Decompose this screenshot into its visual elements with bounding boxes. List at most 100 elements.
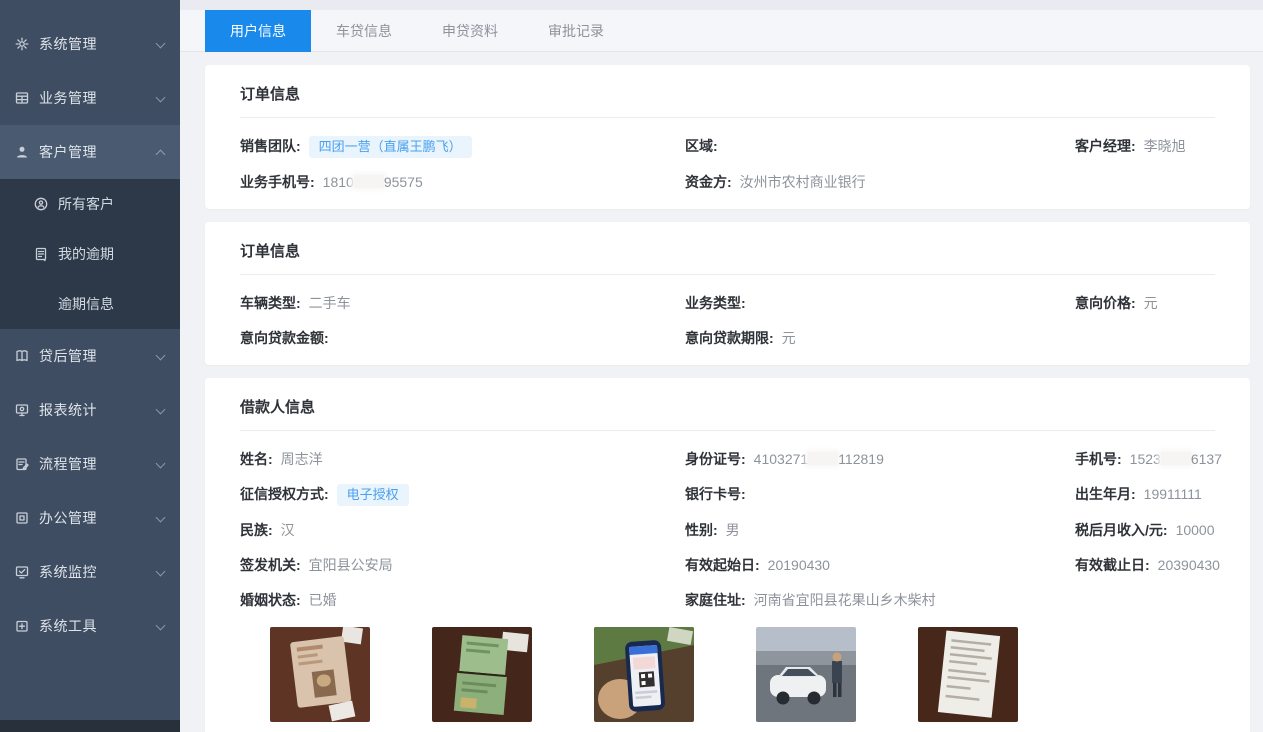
sidebar-item-label: 所有客户 — [58, 194, 114, 214]
field-birth-date: 出生年月: 19911111 — [1075, 483, 1222, 506]
field-value: 19911111 — [1144, 486, 1202, 502]
field-label: 意向价格: — [1075, 295, 1136, 311]
field-value: 20390430 — [1158, 557, 1220, 573]
empty-cell — [1075, 327, 1215, 349]
field-intent-loan-amount: 意向贷款金额: — [240, 327, 685, 349]
submenu-customer: 所有客户我的逾期逾期信息 — [0, 179, 180, 329]
field-gender: 性别: 男 — [685, 519, 1075, 541]
field-label: 业务手机号: — [240, 174, 315, 190]
chevron-up-icon — [156, 147, 166, 157]
grid-icon — [14, 90, 30, 106]
field-name: 姓名:周志洋 — [240, 448, 685, 470]
credit-auth-method-badge[interactable]: 电子授权 — [337, 484, 409, 506]
phone-qr-photo[interactable]: 征信授权书 — [594, 627, 694, 732]
green-booklet-photo[interactable]: 驾驶证照片 — [432, 627, 532, 732]
field-value: 20190430 — [768, 557, 830, 573]
tab-loan-application-docs[interactable]: 申贷资料 — [417, 10, 523, 52]
fields-grid: 销售团队:四团一营（直属王鹏飞）区域:客户经理:李晓旭业务手机号:1810955… — [240, 118, 1215, 193]
field-value: 元 — [1144, 295, 1158, 311]
field-label: 意向贷款期限: — [685, 330, 774, 346]
customers-icon — [33, 196, 49, 212]
sidebar-item-system[interactable]: 系统管理 — [0, 17, 180, 71]
field-label: 税后月收入/元: — [1075, 522, 1168, 538]
sidebar-item-customer[interactable]: 客户管理 — [0, 125, 180, 179]
field-business-type: 业务类型: — [685, 292, 1075, 314]
field-label: 意向贷款金额: — [240, 330, 329, 346]
document-photo[interactable]: 其他材料 — [918, 627, 1018, 732]
field-sales-team: 销售团队:四团一营（直属王鹏飞） — [240, 135, 685, 158]
field-marital-status: 婚姻状态:已婚 — [240, 589, 685, 611]
sidebar-collapse-bar[interactable] — [0, 720, 180, 732]
field-value: 宜阳县公安局 — [309, 557, 393, 573]
sidebar-item-label: 系统监控 — [39, 562, 156, 582]
field-label: 银行卡号: — [685, 486, 746, 502]
book-icon — [14, 348, 30, 364]
field-bank-card: 银行卡号: — [685, 483, 1075, 506]
empty-cell — [1075, 171, 1215, 193]
id-card-photo[interactable]: 身份证 — [270, 627, 370, 732]
field-label: 客户经理: — [1075, 138, 1136, 154]
field-account-manager: 客户经理: 李晓旭 — [1075, 135, 1215, 158]
tab-approval-records[interactable]: 审批记录 — [523, 10, 629, 52]
field-label: 性别: — [685, 522, 718, 538]
tab-car-loan-info[interactable]: 车贷信息 — [311, 10, 417, 52]
sidebar-item-overdue-info[interactable]: 逾期信息 — [0, 279, 180, 329]
office-icon — [14, 510, 30, 526]
field-value: 10000 — [1176, 522, 1215, 538]
sidebar-item-tools[interactable]: 系统工具 — [0, 599, 180, 653]
field-value: 李晓旭 — [1144, 138, 1186, 154]
field-value: 4103271112819 — [754, 451, 884, 467]
field-label: 签发机关: — [240, 557, 301, 573]
sales-team-badge[interactable]: 四团一营（直属王鹏飞） — [309, 136, 472, 158]
sidebar-item-post-loan[interactable]: 贷后管理 — [0, 329, 180, 383]
field-value: 男 — [726, 522, 740, 538]
sidebar-item-label: 流程管理 — [39, 454, 156, 474]
field-value: 二手车 — [309, 295, 351, 311]
field-value: 181095575 — [323, 174, 423, 190]
field-value: 15236137 — [1130, 451, 1222, 467]
card-order-info-1: 订单信息销售团队:四团一营（直属王鹏飞）区域:客户经理:李晓旭业务手机号:181… — [205, 65, 1250, 209]
chevron-down-icon — [156, 39, 166, 49]
car-photo[interactable]: 人车合影 — [756, 627, 856, 732]
field-label: 民族: — [240, 522, 273, 538]
sidebar-item-all-customers[interactable]: 所有客户 — [0, 179, 180, 229]
sidebar-menu: 系统管理业务管理客户管理所有客户我的逾期逾期信息贷后管理报表统计流程管理办公管理… — [0, 0, 180, 653]
field-income: 税后月收入/元: 10000 — [1075, 519, 1222, 541]
sidebar-item-reports[interactable]: 报表统计 — [0, 383, 180, 437]
field-valid-to: 有效截止日:20390430 — [1075, 554, 1222, 576]
field-id-number: 身份证号:4103271112819 — [685, 448, 1075, 470]
card-title: 借款人信息 — [240, 396, 1215, 431]
sidebar-item-label: 报表统计 — [39, 400, 156, 420]
sidebar-item-label: 客户管理 — [39, 142, 156, 162]
chevron-down-icon — [156, 351, 166, 361]
empty-cell — [1075, 589, 1222, 611]
sidebar: 系统管理业务管理客户管理所有客户我的逾期逾期信息贷后管理报表统计流程管理办公管理… — [0, 0, 180, 732]
sidebar-item-office[interactable]: 办公管理 — [0, 491, 180, 545]
monitor-icon — [14, 564, 30, 580]
fields-grid: 姓名:周志洋身份证号:4103271112819手机号:15236137征信授权… — [240, 431, 1215, 611]
sidebar-item-my-overdue[interactable]: 我的逾期 — [0, 229, 180, 279]
field-intent-loan-term: 意向贷款期限:元 — [685, 327, 1075, 349]
field-credit-auth-method: 征信授权方式: 电子授权 — [240, 483, 685, 506]
field-valid-from: 有效起始日: 20190430 — [685, 554, 1075, 576]
field-label: 征信授权方式: — [240, 486, 329, 502]
sidebar-item-process[interactable]: 流程管理 — [0, 437, 180, 491]
chevron-down-icon — [156, 621, 166, 631]
chevron-down-icon — [156, 405, 166, 415]
sidebar-item-label: 业务管理 — [39, 88, 156, 108]
document-photos-row: 身份证驾驶证照片征信授权书人车合影其他材料 — [240, 611, 1215, 732]
sidebar-item-label: 逾期信息 — [58, 294, 114, 314]
sidebar-item-monitoring[interactable]: 系统监控 — [0, 545, 180, 599]
field-label: 业务类型: — [685, 295, 746, 311]
sidebar-item-label: 我的逾期 — [58, 244, 114, 264]
overdue-icon — [33, 246, 49, 262]
sidebar-item-business[interactable]: 业务管理 — [0, 71, 180, 125]
tab-user-info[interactable]: 用户信息 — [205, 10, 311, 52]
field-label: 资金方: — [685, 174, 732, 190]
chevron-down-icon — [156, 93, 166, 103]
card-borrower-info: 借款人信息姓名:周志洋身份证号:4103271112819手机号:1523613… — [205, 378, 1250, 732]
field-label: 出生年月: — [1075, 486, 1136, 502]
field-label: 有效起始日: — [685, 557, 760, 573]
fields-grid: 车辆类型:二手车业务类型: 意向价格: 元意向贷款金额: 意向贷款期限:元 — [240, 275, 1215, 349]
field-vehicle-type: 车辆类型:二手车 — [240, 292, 685, 314]
